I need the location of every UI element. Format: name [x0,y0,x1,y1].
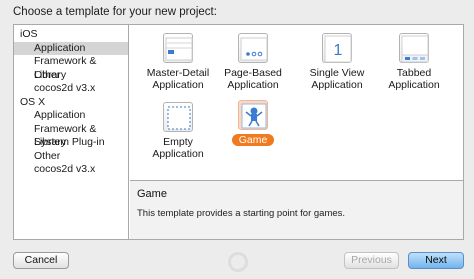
sidebar-item-ios-other[interactable]: Other [14,69,128,83]
sidebar-item-osx-application[interactable]: Application [14,109,128,123]
sidebar-item-ios-cocos2d[interactable]: cocos2d v3.x [14,82,128,96]
master-detail-icon [163,33,193,63]
template-description: Game This template provides a starting p… [130,180,463,239]
template-tabbed[interactable]: Tabbed Application [373,33,455,91]
description-title: Game [137,188,167,200]
sidebar-group-osx: OS X [20,95,46,108]
previous-button[interactable]: Previous [344,252,399,269]
template-single-view[interactable]: 1 Single View Application [296,33,378,91]
sidebar-item-ios-application[interactable]: Application [14,41,128,55]
template-label: Application [227,79,279,91]
template-master-detail[interactable]: Master-Detail Application [137,33,219,91]
description-text: This template provides a starting point … [137,208,346,219]
template-label: Empty [163,136,193,148]
sidebar-item-osx-cocos2d[interactable]: cocos2d v3.x [14,163,128,177]
sidebar-item-osx-framework-library[interactable]: Framework & Library [14,123,128,149]
cancel-button[interactable]: Cancel [13,252,69,269]
template-page-based[interactable]: Page-Based Application [212,33,294,91]
sidebar-item-osx-other[interactable]: Other [14,150,128,164]
sidebar-group-ios: iOS [20,28,38,40]
template-label: Game [231,134,275,146]
template-label: Application [311,79,363,91]
category-sidebar: iOS Application Framework & Library Othe… [14,25,129,239]
template-label: Master-Detail [146,67,210,79]
activity-spinner-icon [228,252,248,272]
dialog-title: Choose a template for your new project: [13,6,217,18]
single-view-icon: 1 [322,33,352,63]
template-label: Tabbed [396,67,432,79]
tabbed-icon [399,33,429,63]
template-game[interactable]: Game [212,100,294,146]
page-based-icon [238,33,268,63]
single-view-glyph: 1 [334,42,343,59]
template-label: Page-Based [224,67,282,79]
template-chooser-panel: iOS Application Framework & Library Othe… [13,24,464,240]
empty-icon [163,102,193,132]
template-empty[interactable]: Empty Application [137,102,219,160]
template-label: Application [388,79,440,91]
sidebar-item-osx-system-plugin[interactable]: System Plug-in [14,136,128,150]
template-grid: Master-Detail Application Page-Based Appli… [130,25,463,180]
template-label: Application [152,79,204,91]
game-icon [238,100,268,130]
next-button[interactable]: Next [408,252,464,269]
sidebar-item-ios-framework-library[interactable]: Framework & Library [14,55,128,81]
template-label: Single View [309,67,365,79]
template-label: Application [152,148,204,160]
